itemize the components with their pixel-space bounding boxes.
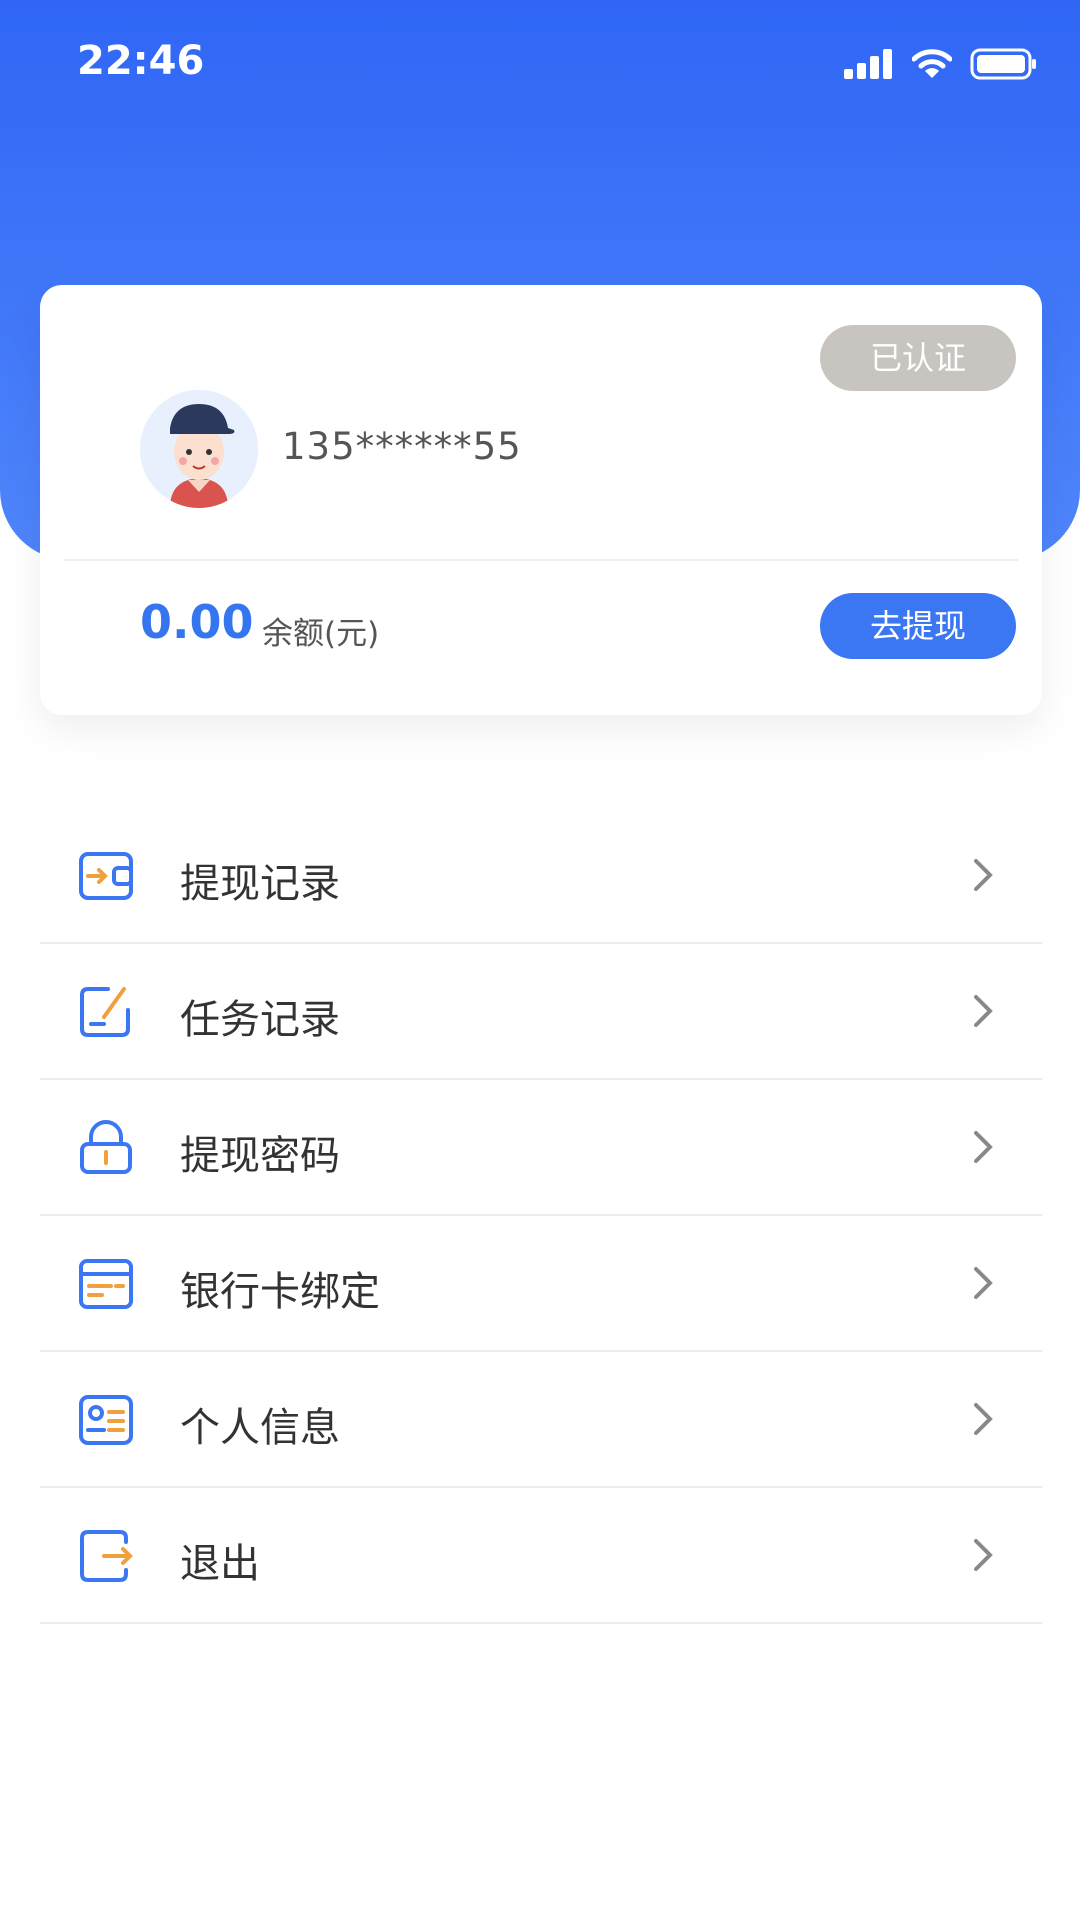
phone-number: 135******55 bbox=[282, 425, 522, 468]
lock-icon bbox=[80, 1120, 132, 1174]
profile-card: 已认证 135******55 0.00 余额(元) 去提现 bbox=[40, 285, 1042, 715]
menu-item-personal-info[interactable]: 个人信息 bbox=[40, 1352, 1042, 1488]
chevron-right-icon bbox=[974, 859, 993, 891]
wallet-arrow-icon bbox=[79, 852, 133, 900]
menu-item-label: 银行卡绑定 bbox=[180, 1269, 380, 1315]
battery-icon bbox=[970, 48, 1036, 80]
avatar[interactable] bbox=[140, 390, 258, 508]
menu-item-label: 任务记录 bbox=[180, 997, 340, 1043]
chevron-right-icon bbox=[974, 1403, 993, 1435]
status-bar: 22:46 bbox=[0, 0, 1080, 130]
status-time: 22:46 bbox=[77, 38, 205, 84]
chevron-right-icon bbox=[974, 1539, 993, 1571]
menu-item-logout[interactable]: 退出 bbox=[40, 1488, 1042, 1624]
chevron-right-icon bbox=[974, 995, 993, 1027]
chevron-right-icon bbox=[974, 1267, 993, 1299]
menu-item-label: 提现密码 bbox=[180, 1133, 340, 1179]
menu-list: 提现记录 任务记录 提现密码 银行卡绑定 个人信息 退出 bbox=[40, 808, 1042, 1624]
menu-item-label: 退出 bbox=[180, 1541, 260, 1587]
menu-item-task-records[interactable]: 任务记录 bbox=[40, 944, 1042, 1080]
wifi-icon bbox=[912, 49, 952, 78]
menu-item-label: 提现记录 bbox=[180, 861, 340, 907]
menu-item-label: 个人信息 bbox=[180, 1405, 340, 1451]
chevron-right-icon bbox=[974, 1131, 993, 1163]
edit-task-icon bbox=[80, 987, 130, 1037]
balance-value: 0.00 bbox=[140, 595, 254, 649]
bank-card-icon bbox=[79, 1259, 133, 1309]
balance-label: 余额(元) bbox=[262, 616, 380, 652]
logout-icon bbox=[80, 1530, 133, 1582]
withdraw-button[interactable]: 去提现 bbox=[820, 593, 1016, 659]
avatar-illustration-icon bbox=[140, 390, 258, 508]
menu-item-bank-card[interactable]: 银行卡绑定 bbox=[40, 1216, 1042, 1352]
verified-badge: 已认证 bbox=[820, 325, 1016, 391]
menu-item-withdraw-password[interactable]: 提现密码 bbox=[40, 1080, 1042, 1216]
card-divider bbox=[64, 559, 1018, 561]
id-card-icon bbox=[79, 1395, 133, 1445]
status-icons bbox=[844, 48, 1038, 80]
menu-item-withdraw-records[interactable]: 提现记录 bbox=[40, 808, 1042, 944]
signal-icon bbox=[844, 49, 892, 79]
